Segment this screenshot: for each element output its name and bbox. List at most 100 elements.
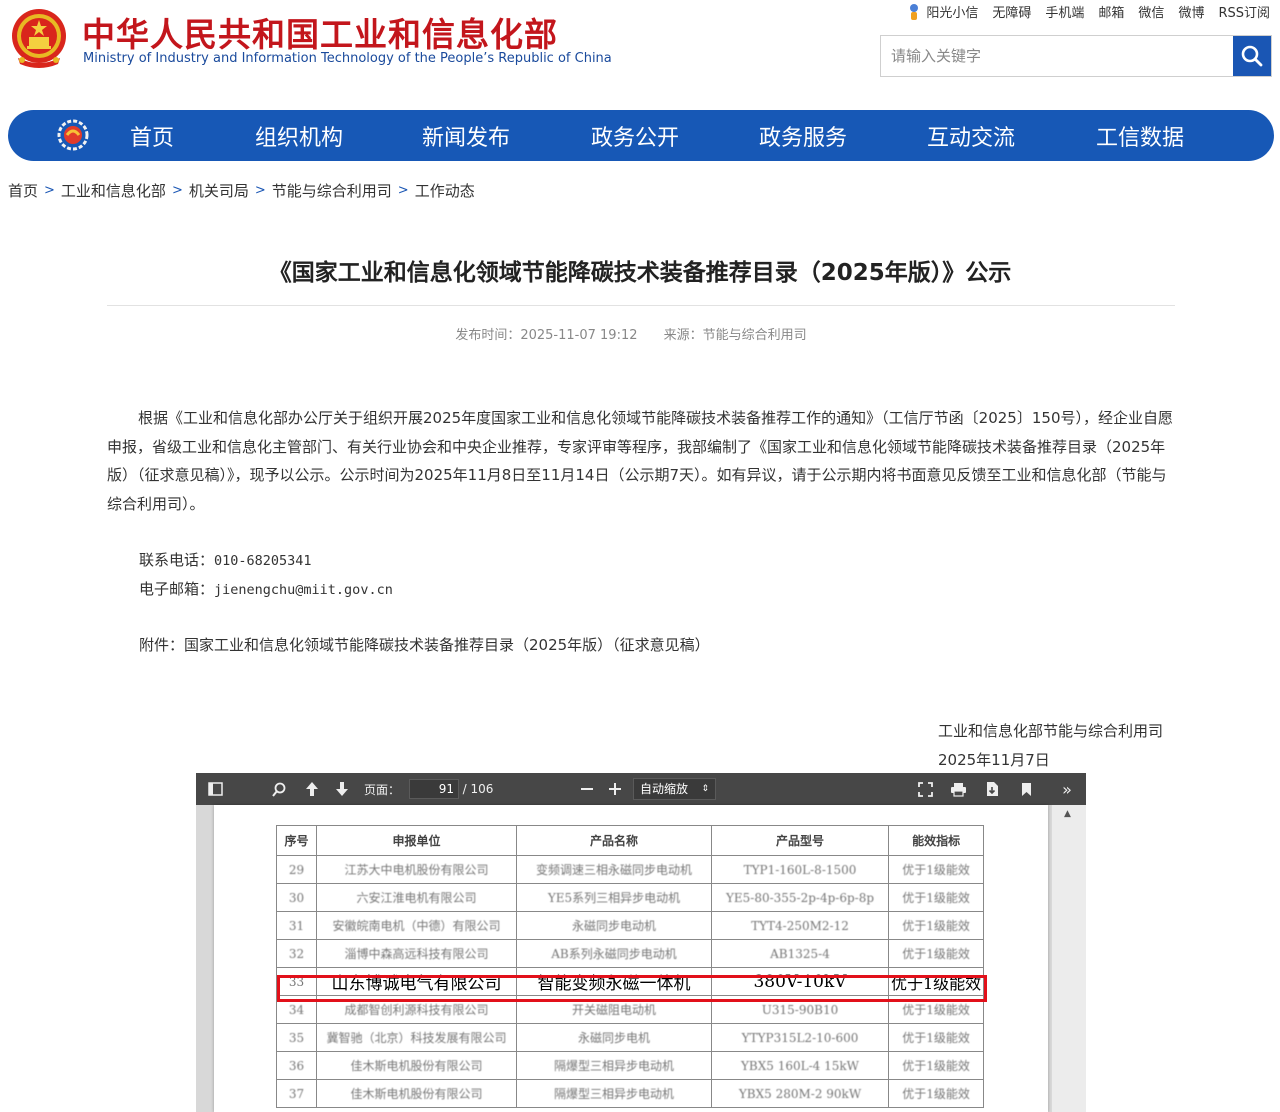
minus-icon <box>581 788 593 790</box>
pdf-page[interactable]: 序号 申报单位 产品名称 产品型号 能效指标 29 江苏大中电机股份有限公司 变… <box>214 805 1048 1112</box>
nav-organization[interactable]: 组织机构 <box>255 120 343 152</box>
zoom-select[interactable]: 自动缩放 ⇕ <box>633 778 716 800</box>
table-row: 29 江苏大中电机股份有限公司 变频调速三相永磁同步电动机 TYP1-160L-… <box>276 855 985 884</box>
download-button[interactable] <box>981 779 1003 799</box>
contact-email: 电子邮箱：jienengchu@miit.gov.cn <box>139 578 393 599</box>
article-title: 《国家工业和信息化领域节能降碳技术装备推荐目录（2025年版）》公示 <box>268 260 1012 286</box>
scroll-up-arrow-icon[interactable]: ▲ <box>1064 809 1071 819</box>
printer-icon <box>950 782 966 797</box>
cell-no: 35 <box>276 1023 317 1052</box>
breadcrumb-energy-dept[interactable]: 节能与综合利用司 <box>272 180 392 201</box>
national-emblem-icon[interactable] <box>8 6 70 70</box>
site-header: 中华人民共和国工业和信息化部 Ministry of Industry and … <box>0 0 1280 100</box>
presentation-mode-button[interactable] <box>914 779 936 799</box>
nav-data[interactable]: 工信数据 <box>1096 120 1184 152</box>
plus-icon <box>609 783 621 795</box>
nav-gov-affairs[interactable]: 政务公开 <box>591 120 679 152</box>
breadcrumb-separator-icon: > <box>254 183 266 198</box>
toplink-mail[interactable]: 邮箱 <box>1098 2 1124 21</box>
cell-efficiency: 优于1级能效 <box>887 967 985 996</box>
cell-model: TYT4-250M2-12 <box>711 911 889 940</box>
breadcrumb-home[interactable]: 首页 <box>8 180 38 201</box>
cell-product: 开关磁阻电动机 <box>516 995 712 1024</box>
cell-applicant: 安徽皖南电机（中德）有限公司 <box>316 911 517 940</box>
cell-applicant: 淄博中森高远科技有限公司 <box>316 939 517 968</box>
cell-no: 29 <box>276 855 317 884</box>
cell-applicant: 冀智驰（北京）科技发展有限公司 <box>316 1023 517 1052</box>
title-divider <box>107 305 1175 306</box>
print-button[interactable] <box>947 779 969 799</box>
phone-number: 010-68205341 <box>214 553 312 569</box>
cell-no: 34 <box>276 995 317 1024</box>
attachment-link[interactable]: 附件：国家工业和信息化领域节能降碳技术装备推荐目录（2025年版）（征求意见稿） <box>139 634 710 655</box>
breadcrumb-departments[interactable]: 机关司局 <box>189 180 249 201</box>
sidebar-toggle-button[interactable] <box>204 779 226 799</box>
page-number-input[interactable] <box>409 779 459 799</box>
cell-no: 33 <box>276 967 317 996</box>
publish-time: 发布时间：2025-11-07 19:12 <box>455 328 638 343</box>
arrow-up-icon <box>306 782 318 796</box>
zoom-value: 自动缩放 <box>640 782 689 796</box>
header-applicant: 申报单位 <box>316 825 517 856</box>
breadcrumb-ministry[interactable]: 工业和信息化部 <box>61 180 166 201</box>
cell-no: 36 <box>276 1051 317 1080</box>
cell-product: 变频调速三相永磁同步电动机 <box>516 855 712 884</box>
toplink-accessibility[interactable]: 无障碍 <box>992 2 1031 21</box>
miit-logo-icon[interactable] <box>56 118 90 152</box>
cell-product: 永磁同步电动机 <box>516 911 712 940</box>
cell-applicant: 江苏大中电机股份有限公司 <box>316 855 517 884</box>
fullscreen-icon <box>917 781 933 797</box>
breadcrumb-work-news[interactable]: 工作动态 <box>415 180 475 201</box>
nav-interaction[interactable]: 互动交流 <box>927 120 1015 152</box>
table-row: 31 安徽皖南电机（中德）有限公司 永磁同步电动机 TYT4-250M2-12 … <box>276 911 985 940</box>
pdf-scrollbar[interactable]: ▲ <box>1052 805 1086 1112</box>
cell-efficiency: 优于1级能效 <box>887 911 985 940</box>
total-pages: / 106 <box>462 782 494 796</box>
next-page-button[interactable] <box>331 779 353 799</box>
article-paragraph: 根据《工业和信息化部办公厅关于组织开展2025年度国家工业和信息化领域节能降碳技… <box>107 409 1173 513</box>
signature-date: 2025年11月7日 <box>938 751 1050 769</box>
cell-applicant: 佳木斯电机股份有限公司 <box>316 1051 517 1080</box>
toplink-rss[interactable]: RSS订阅 <box>1218 2 1270 21</box>
breadcrumb: 首页 > 工业和信息化部 > 机关司局 > 节能与综合利用司 > 工作动态 <box>8 180 475 201</box>
search-input[interactable] <box>881 36 1233 76</box>
toplink-weibo[interactable]: 微博 <box>1178 2 1204 21</box>
nav-news[interactable]: 新闻发布 <box>422 120 510 152</box>
email-address[interactable]: jienengchu@miit.gov.cn <box>214 582 393 598</box>
search-icon <box>271 782 285 797</box>
toplink-sunshine[interactable]: 阳光小信 <box>906 2 978 21</box>
breadcrumb-separator-icon: > <box>397 183 409 198</box>
search-box <box>880 35 1272 77</box>
cell-efficiency: 优于1级能效 <box>887 883 985 912</box>
header-no: 序号 <box>276 825 317 856</box>
double-chevron-right-icon: » <box>1062 779 1072 799</box>
nav-home[interactable]: 首页 <box>130 120 174 152</box>
cell-model: YBX5 160L-4 15kW <box>711 1051 889 1080</box>
table-row: 30 六安江淮电机有限公司 YE5系列三相异步电动机 YE5-80-355-2p… <box>276 883 985 912</box>
bookmark-button[interactable] <box>1015 779 1037 799</box>
cell-product: 智能变频永磁一体机 <box>516 967 712 996</box>
cell-product: AB系列永磁同步电动机 <box>516 939 712 968</box>
arrow-down-icon <box>336 782 348 796</box>
table-row: 32 淄博中森高远科技有限公司 AB系列永磁同步电动机 AB1325-4 优于1… <box>276 939 985 968</box>
zoom-in-button[interactable] <box>604 779 626 799</box>
tools-button[interactable]: » <box>1056 779 1078 799</box>
table-row: 34 成都智创利源科技有限公司 开关磁阻电动机 U315-90B10 优于1级能… <box>276 995 985 1024</box>
previous-page-button[interactable] <box>301 779 323 799</box>
site-title[interactable]: 中华人民共和国工业和信息化部 <box>82 8 558 56</box>
search-button[interactable] <box>1233 36 1271 76</box>
pdf-viewer: 页面： / 106 自动缩放 ⇕ » <box>196 773 1086 1112</box>
find-button[interactable] <box>268 779 290 799</box>
table-body: 29 江苏大中电机股份有限公司 变频调速三相永磁同步电动机 TYP1-160L-… <box>276 855 985 1108</box>
toplink-mobile[interactable]: 手机端 <box>1045 2 1084 21</box>
toplink-wechat[interactable]: 微信 <box>1138 2 1164 21</box>
nav-gov-services[interactable]: 政务服务 <box>759 120 847 152</box>
top-links: 阳光小信 无障碍 手机端 邮箱 微信 微博 RSS订阅 <box>906 2 1270 21</box>
cell-no: 30 <box>276 883 317 912</box>
zoom-out-button[interactable] <box>576 779 598 799</box>
cell-efficiency: 优于1级能效 <box>887 995 985 1024</box>
cell-model: YE5-80-355-2p-4p-6p-8p <box>711 883 889 912</box>
cell-model: YTYP315L2-10-600 <box>711 1023 889 1052</box>
cell-applicant: 山东博诚电气有限公司 <box>316 967 517 996</box>
cell-product: 隔爆型三相异步电动机 <box>516 1051 712 1080</box>
